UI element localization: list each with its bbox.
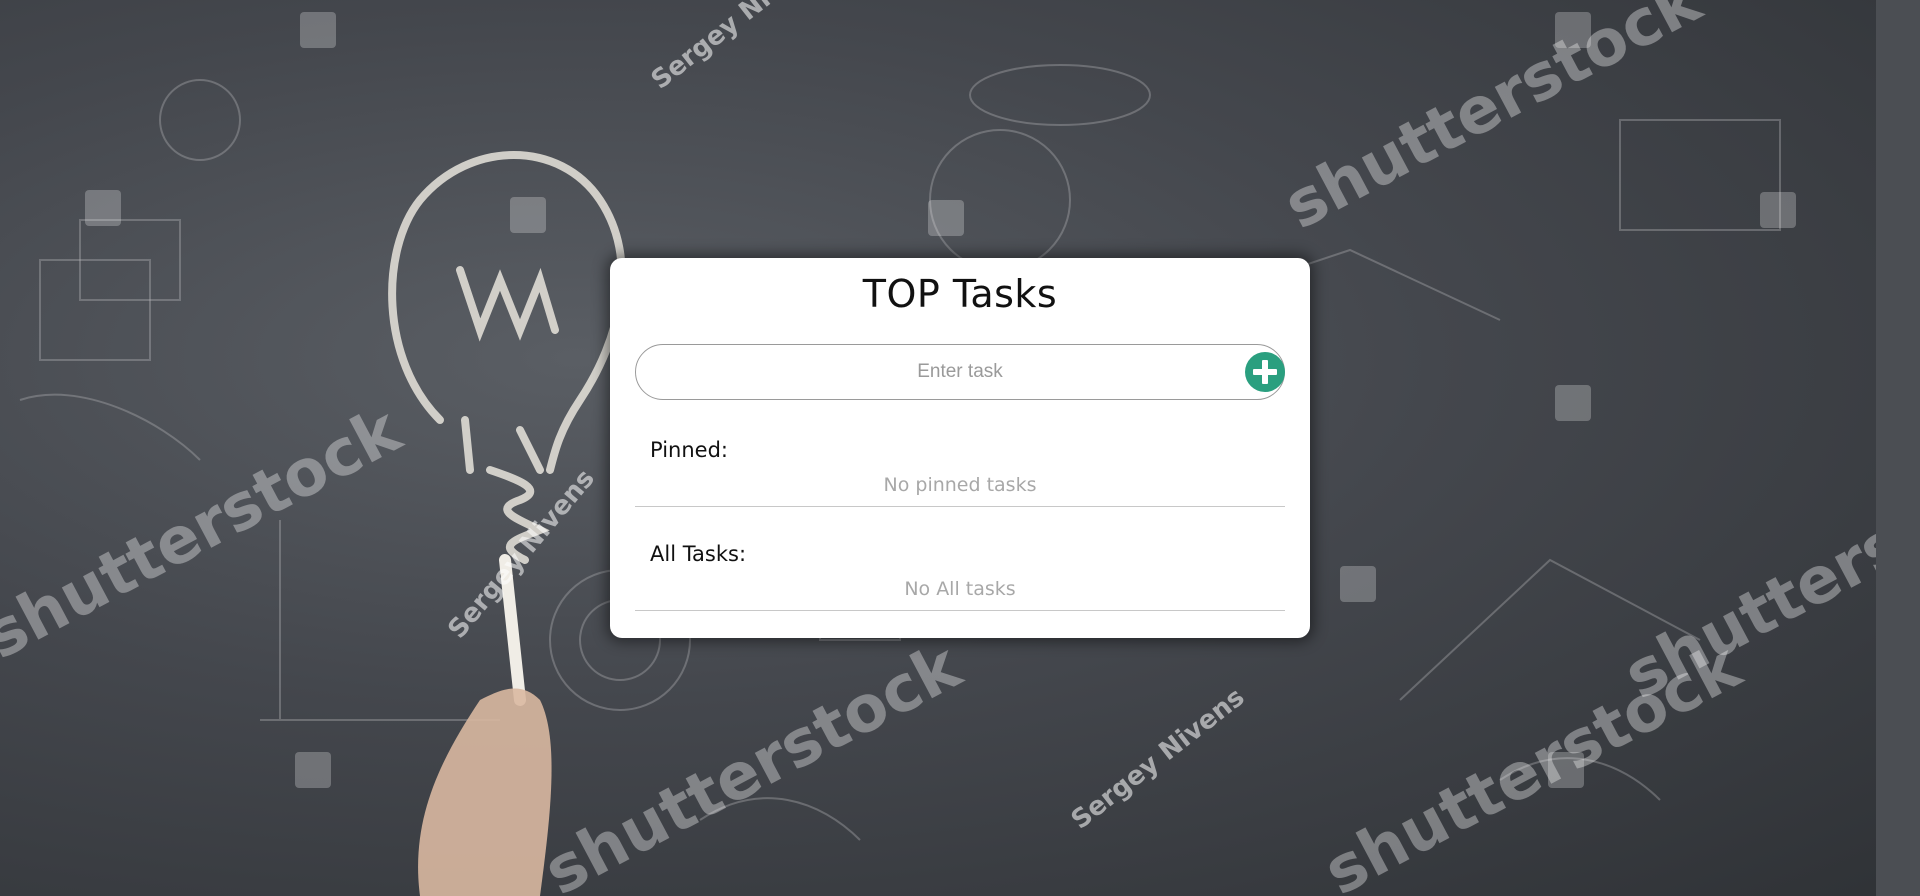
add-task-button[interactable]: [1245, 352, 1285, 392]
all-tasks-label: All Tasks:: [650, 542, 747, 566]
background-edge: [1876, 0, 1920, 896]
pinned-label: Pinned:: [650, 438, 728, 462]
all-tasks-empty-text: No All tasks: [904, 578, 1016, 600]
svg-text:shutterstock: shutterstock: [1313, 629, 1754, 896]
pinned-empty-text: No pinned tasks: [883, 474, 1037, 496]
svg-text:shutterstock: shutterstock: [0, 393, 414, 674]
all-tasks-section: All Tasks: No All tasks: [635, 534, 1285, 611]
svg-text:Sergey Nivens: Sergey Nivens: [442, 464, 600, 645]
pinned-section: Pinned: No pinned tasks: [635, 430, 1285, 507]
tasks-card: TOP Tasks Pinned: No pinned tasks All Ta…: [610, 258, 1310, 638]
svg-text:Sergey Nivens: Sergey Nivens: [1066, 682, 1250, 835]
svg-text:shutterstock: shutterstock: [1273, 0, 1714, 244]
app-title: TOP Tasks: [862, 272, 1058, 316]
plus-circle-icon: [1253, 360, 1277, 384]
task-form: [635, 344, 1285, 400]
task-input[interactable]: [635, 344, 1285, 400]
svg-text:Sergey Nivens: Sergey Nivens: [646, 0, 830, 96]
svg-text:shutterstock: shutterstock: [533, 629, 974, 896]
